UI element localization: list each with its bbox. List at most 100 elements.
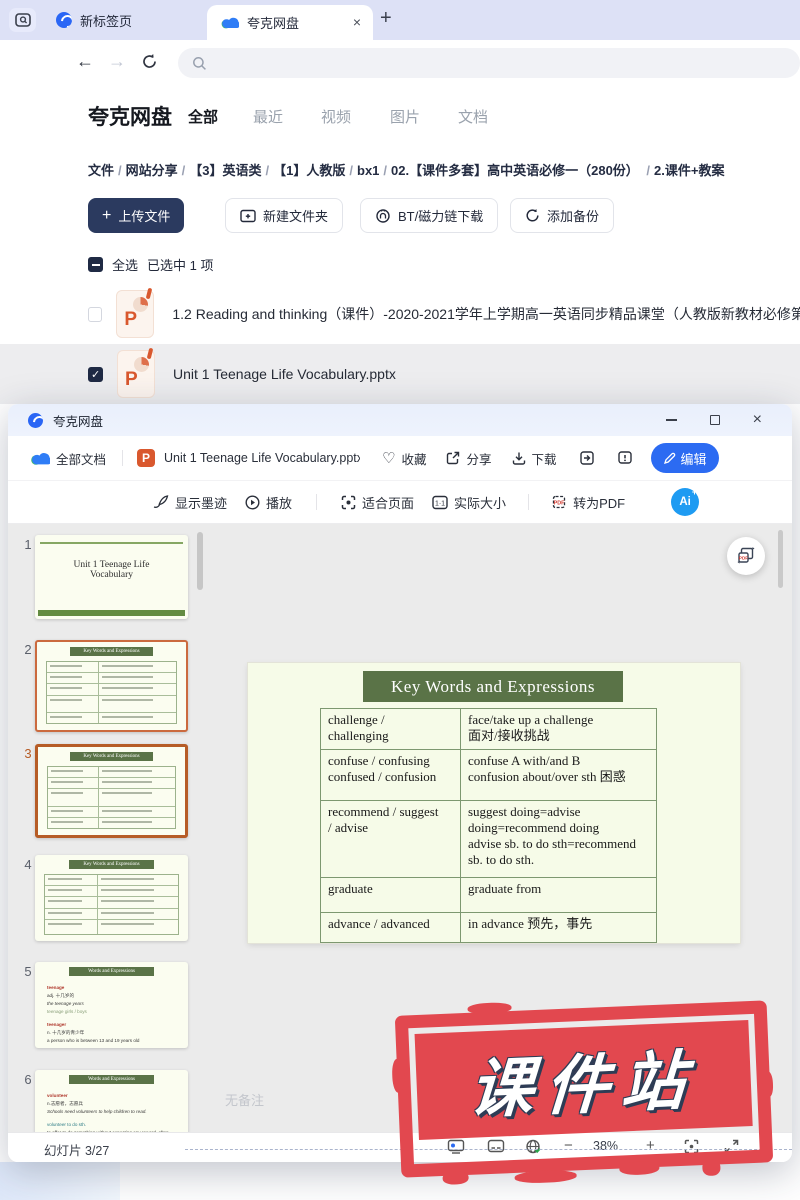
breadcrumb-item[interactable]: 文件 — [88, 163, 114, 178]
save-to-drive-button[interactable] — [579, 450, 595, 466]
folder-plus-icon — [240, 209, 256, 223]
bt-download-button[interactable]: BT/磁力链下载 — [360, 198, 498, 233]
search-icon — [192, 56, 207, 71]
share-icon — [446, 451, 460, 465]
watermark-text: 课件站 — [467, 1029, 701, 1131]
pdf-convert-icon: PDF — [551, 494, 567, 510]
slide-title: Key Words and Expressions — [363, 671, 623, 702]
feedback-button[interactable] — [617, 450, 633, 466]
maximize-button[interactable] — [710, 415, 720, 425]
notes-placeholder: 无备注 — [225, 1090, 264, 1109]
all-docs-button[interactable]: 全部文档 — [30, 449, 106, 468]
tab-search-icon[interactable] — [9, 8, 36, 32]
screen: 新标签页 夸克网盘 × + ← → 夸克网盘 全部 最近 视频 图片 文档 文件… — [0, 0, 800, 1200]
select-all-checkbox[interactable] — [88, 257, 103, 272]
sync-icon — [525, 208, 540, 223]
favorite-button[interactable]: ♡ 收藏 — [382, 449, 426, 468]
slide-number: 2 — [20, 642, 36, 657]
breadcrumb-item[interactable]: 02.【课件多套】高中英语必修一（280份） — [391, 163, 639, 178]
page-background-strip — [0, 1162, 120, 1200]
pdf-convert-float-button[interactable]: PDF — [727, 537, 765, 575]
to-pdf-button[interactable]: PDF 转为PDF — [551, 493, 625, 512]
page-title: 夸克网盘 — [88, 101, 172, 131]
svg-text:PDF: PDF — [739, 555, 748, 560]
share-button[interactable]: 分享 — [446, 449, 491, 468]
slide-number: 4 — [20, 857, 36, 872]
svg-text:1·1: 1·1 — [435, 500, 445, 507]
breadcrumb-item[interactable]: bx1 — [357, 163, 379, 178]
minimize-button[interactable] — [666, 419, 677, 421]
table-cell-word: graduate — [321, 878, 461, 912]
show-ink-button[interactable]: 显示墨迹 — [152, 493, 227, 512]
back-button[interactable]: ← — [76, 51, 94, 72]
svg-text:PDF: PDF — [554, 501, 565, 507]
cloud-favicon-icon — [221, 16, 239, 29]
table-row: recommend / suggest / advise suggest doi… — [321, 801, 656, 878]
file-row-selected[interactable]: P Unit 1 Teenage Life Vocabulary.pptx — [0, 344, 800, 404]
new-folder-button[interactable]: 新建文件夹 — [225, 198, 343, 233]
tab-close-icon[interactable]: × — [353, 14, 361, 30]
file-checkbox[interactable] — [88, 307, 102, 322]
breadcrumb: 文件/网站分享/【3】英语类/【1】人教版/bx1/02.【课件多套】高中英语必… — [88, 160, 800, 179]
tab-image[interactable]: 图片 — [390, 106, 420, 127]
watermark-stamp: 课件站 — [395, 1000, 773, 1177]
table-row: challenge / challenging face/take up a c… — [321, 709, 656, 750]
tab-label: 新标签页 — [80, 11, 132, 30]
slide-number: 1 — [20, 537, 36, 552]
table-cell-usage: graduate from — [461, 878, 656, 912]
file-checkbox-checked[interactable] — [88, 367, 103, 382]
breadcrumb-item[interactable]: 2.课件+教案 — [654, 163, 724, 178]
view-tools-row: 显示墨迹 播放 适合页面 1·1 实际大小 PDF 转为PDF Ai — [8, 480, 792, 524]
vocab-table: challenge / challenging face/take up a c… — [320, 708, 657, 943]
content-scrollbar[interactable] — [778, 530, 783, 588]
file-name[interactable]: Unit 1 Teenage Life Vocabulary.pptx — [173, 366, 396, 382]
download-button[interactable]: 下载 — [512, 449, 557, 468]
slide-canvas: Key Words and Expressions challenge / ch… — [248, 663, 740, 943]
slide-counter: 幻灯片 3/27 — [44, 1140, 109, 1159]
thumbnail-slide-1[interactable]: Unit 1 Teenage Life Vocabulary — [35, 535, 188, 619]
actual-size-button[interactable]: 1·1 实际大小 — [432, 493, 506, 512]
pen-icon — [663, 452, 676, 465]
table-cell-word: recommend / suggest / advise — [321, 801, 461, 877]
play-button[interactable]: 播放 — [245, 493, 292, 512]
fit-page-button[interactable]: 适合页面 — [341, 493, 414, 512]
browser-tab-quark-drive[interactable]: 夸克网盘 × — [207, 5, 373, 40]
thumbnail-slide-4[interactable]: Key Words and Expressions — [35, 855, 188, 941]
breadcrumb-item[interactable]: 【3】英语类 — [189, 163, 261, 178]
file-name[interactable]: 1.2 Reading and thinking（课件）-2020-2021学年… — [172, 304, 800, 324]
refresh-button[interactable] — [141, 53, 158, 70]
select-all-label[interactable]: 全选 — [112, 255, 138, 274]
thumb-title-text: Unit 1 Teenage Life Vocabulary — [35, 560, 188, 580]
browser-tab-bar: 新标签页 夸克网盘 × + — [0, 0, 800, 40]
close-button[interactable]: × — [753, 413, 762, 427]
tab-recent[interactable]: 最近 — [253, 106, 283, 127]
table-cell-word: confuse / confusing confused / confusion — [321, 750, 461, 800]
browser-tab-newtab[interactable]: 新标签页 — [44, 0, 194, 40]
breadcrumb-item[interactable]: 【1】人教版 — [273, 163, 345, 178]
ppt-file-icon: P — [116, 290, 154, 338]
download-icon — [512, 451, 526, 465]
thumbnail-slide-3-current[interactable]: Key Words and Expressions — [35, 744, 188, 838]
thumbnail-slide-6[interactable]: Words and Expressions volunteer n.志愿者，志愿… — [35, 1070, 188, 1132]
quark-logo-icon — [56, 12, 72, 28]
ai-assistant-button[interactable]: Ai — [671, 488, 699, 516]
file-row[interactable]: P 1.2 Reading and thinking（课件）-2020-2021… — [0, 284, 800, 344]
tab-label: 夸克网盘 — [247, 13, 299, 32]
thumbnail-slide-2[interactable]: Key Words and Expressions — [35, 640, 188, 732]
breadcrumb-item[interactable]: 网站分享 — [126, 163, 178, 178]
edit-button[interactable]: 编辑 — [651, 443, 719, 473]
tab-doc[interactable]: 文档 — [458, 106, 488, 127]
cloud-drive-icon — [30, 451, 50, 465]
slide-number: 6 — [20, 1072, 36, 1087]
new-tab-button[interactable]: + — [380, 7, 392, 30]
thumbnail-scrollbar[interactable] — [197, 532, 203, 590]
upload-button[interactable]: + 上传文件 — [88, 198, 184, 233]
tab-all[interactable]: 全部 — [188, 106, 218, 127]
thumbnail-slide-5[interactable]: Words and Expressions teenage adj. 十几岁的 … — [35, 962, 188, 1048]
forward-button[interactable]: → — [108, 51, 126, 72]
add-backup-button[interactable]: 添加备份 — [510, 198, 614, 233]
address-search-bar[interactable] — [178, 48, 800, 78]
play-icon — [245, 495, 260, 510]
table-cell-usage: in advance 预先，事先 — [461, 913, 656, 942]
tab-video[interactable]: 视频 — [321, 106, 351, 127]
